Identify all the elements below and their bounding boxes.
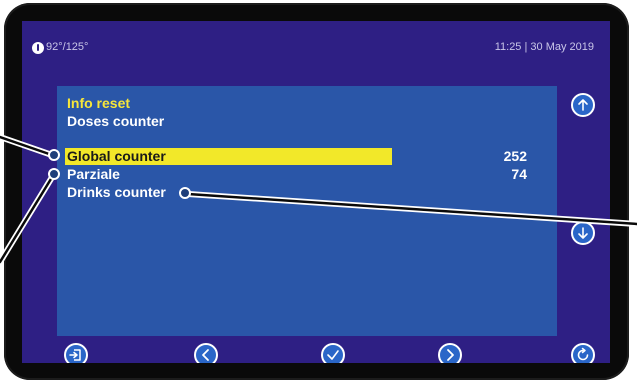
arrow-up-icon [578,99,588,111]
display-screen: 92°/125° 11:25 | 30 May 2019 Info reset … [22,21,610,363]
list-item-parziale[interactable]: Parziale 74 [67,166,527,183]
list-item-drinks-counter[interactable]: Drinks counter [67,184,527,201]
status-bar: 92°/125° 11:25 | 30 May 2019 [22,39,610,57]
scroll-down-button[interactable] [571,221,595,245]
list-item-value: 74 [511,166,527,182]
list-item-label: Global counter [67,148,166,164]
refresh-icon [577,347,589,361]
check-icon [327,350,339,360]
exit-icon [69,349,81,361]
exit-button[interactable] [64,343,88,363]
list-item-label: Parziale [67,166,120,182]
clock-date: 11:25 | 30 May 2019 [494,41,594,53]
previous-button[interactable] [194,343,218,363]
thermometer-icon [32,42,44,54]
confirm-button[interactable] [321,343,345,363]
page-title: Info reset [67,95,131,111]
content-panel: Info reset Doses counter Global counter … [57,86,557,336]
scroll-up-button[interactable] [571,93,595,117]
temperature-readout: 92°/125° [46,41,89,53]
reset-button[interactable] [571,343,595,363]
chevron-right-icon [447,349,454,361]
arrow-down-icon [578,227,588,239]
next-button[interactable] [438,343,462,363]
list-item-label: Drinks counter [67,184,166,200]
list-item-global-counter[interactable]: Global counter 252 [65,148,527,165]
page-subtitle: Doses counter [67,113,165,129]
device-bezel: 92°/125° 11:25 | 30 May 2019 Info reset … [4,3,629,380]
list-item-value: 252 [503,148,527,164]
chevron-left-icon [202,349,209,361]
